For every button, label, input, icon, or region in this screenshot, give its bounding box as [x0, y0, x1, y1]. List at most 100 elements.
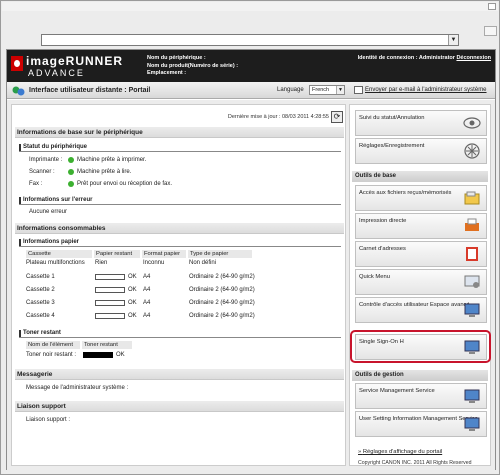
- device-name-label: Nom du périphérique :: [147, 55, 206, 61]
- portal-menu-panel: Suivi du statut/Annulation Réglages/Enre…: [349, 104, 491, 466]
- paper-level-bar: [95, 274, 125, 280]
- col-toner-remaining: Toner restant: [82, 341, 132, 349]
- button-label: Quick Menu: [359, 274, 390, 280]
- page-title: Interface utilisateur distante : Portail: [29, 87, 151, 94]
- status-ok-icon: [68, 181, 74, 187]
- consumables-header: Informations consommables: [15, 223, 344, 234]
- brand-subtitle: ADVANCE: [28, 68, 85, 78]
- copyright: Copyright CANON INC. 2011 All Rights Res…: [358, 460, 472, 466]
- device-info-panel: Dernière mise à jour : 08/03 2011 4:28:5…: [11, 104, 346, 466]
- fax-label: Fax :: [29, 181, 43, 187]
- logout-link[interactable]: Déconnexion: [456, 55, 491, 61]
- stored-files-button[interactable]: Accès aux fichiers reçus/mémorisés: [355, 185, 487, 211]
- settings-button[interactable]: Réglages/Enregistrement: [355, 138, 487, 164]
- quick-menu-icon: [464, 275, 480, 288]
- paper-row-name: Cassette 3: [26, 300, 55, 306]
- paper-row-format: A4: [143, 300, 151, 306]
- last-update: Dernière mise à jour : 08/03 2011 4:28:5…: [227, 114, 329, 120]
- paper-row-format: A4: [143, 313, 151, 319]
- resize-grip[interactable]: [484, 26, 497, 36]
- address-book-button[interactable]: Carnet d'adresses: [355, 241, 487, 267]
- refresh-icon[interactable]: ⟳: [331, 111, 343, 123]
- browser-topbar: [2, 2, 498, 11]
- scanner-label: Scanner :: [29, 169, 55, 175]
- messaging-header: Messagerie: [15, 369, 344, 380]
- error-header: Informations sur l'erreur: [19, 196, 341, 205]
- window-button[interactable]: [488, 3, 496, 10]
- monitor-icon: [464, 389, 480, 403]
- col-type: Type de papier: [188, 250, 252, 258]
- management-tools-header: Outils de gestion: [352, 370, 488, 381]
- paper-row-name: Cassette 1: [26, 274, 55, 280]
- address-bar[interactable]: ▼: [41, 34, 459, 46]
- toner-row-name: Toner noir restant :: [26, 352, 77, 358]
- button-label: Réglages/Enregistrement: [359, 143, 425, 149]
- paper-row-name: Cassette 4: [26, 313, 55, 319]
- paper-row-remaining: OK: [128, 300, 137, 306]
- language-select[interactable]: French ▼: [309, 85, 345, 95]
- paper-level-bar: [95, 313, 125, 319]
- email-admin-link[interactable]: Envoyer par e-mail à l'administrateur sy…: [365, 87, 487, 93]
- quick-menu-button[interactable]: Quick Menu: [355, 269, 487, 295]
- fax-status: Prêt pour envoi ou réception de fax.: [77, 181, 173, 187]
- service-management-button[interactable]: Service Management Service: [355, 383, 487, 409]
- error-value: Aucune erreur: [29, 209, 68, 215]
- mail-icon[interactable]: [354, 86, 363, 94]
- paper-row-format: A4: [143, 274, 151, 280]
- scanner-status: Machine prête à lire.: [77, 169, 132, 175]
- portal-link-label: Réglages d'affichage du portail: [362, 449, 443, 455]
- paper-level-bar: [95, 300, 125, 306]
- toner-header: Toner restant: [19, 329, 341, 338]
- chevron-down-icon[interactable]: ▼: [336, 86, 344, 94]
- paper-row-remaining: Rien: [95, 260, 108, 266]
- portal-settings-link[interactable]: » Réglages d'affichage du portail: [358, 449, 442, 455]
- printer-label: Imprimante :: [29, 157, 63, 163]
- chevron-down-icon[interactable]: ▼: [448, 35, 458, 45]
- toner-row-value: OK: [116, 352, 125, 358]
- paper-level-bar: [95, 287, 125, 293]
- printer-status: Machine prête à imprimer.: [77, 157, 147, 163]
- button-label: Carnet d'adresses: [359, 246, 406, 252]
- title-bar: Interface utilisateur distante : Portail…: [7, 82, 495, 99]
- paper-row-name: Plateau multifonctions: [26, 260, 85, 266]
- main-area: Dernière mise à jour : 08/03 2011 4:28:5…: [7, 100, 495, 470]
- device-info: Nom du périphérique : Nom du produit(Num…: [147, 55, 238, 78]
- paper-row-format: Inconnu: [143, 260, 165, 266]
- messaging-value: Message de l'administrateur système :: [26, 385, 129, 391]
- login-label: Identité de connexion : Administrator: [357, 55, 455, 61]
- status-ok-icon: [68, 157, 74, 163]
- paper-row-remaining: OK: [128, 274, 137, 280]
- access-control-button[interactable]: Contrôle d'accès utilisateur Espace avan…: [355, 297, 487, 323]
- col-remaining: Papier restant: [94, 250, 140, 258]
- paper-row-type: Ordinaire 2 (64-90 g/m2): [189, 274, 255, 280]
- canon-logo-icon: [11, 56, 23, 71]
- button-label: Suivi du statut/Annulation: [359, 115, 425, 121]
- monitor-icon: [464, 303, 480, 317]
- login-info: Identité de connexion : Administrator Dé…: [358, 55, 491, 61]
- basic-info-header: Informations de base sur le périphérique: [15, 127, 344, 138]
- col-format: Format papier: [142, 250, 186, 258]
- settings-icon: [464, 143, 480, 159]
- paper-row-type: Ordinaire 2 (64-90 g/m2): [189, 287, 255, 293]
- status-ok-icon: [68, 169, 74, 175]
- language-value: French: [312, 87, 330, 93]
- col-cassette: Cassette: [26, 250, 92, 258]
- folder-icon: [464, 191, 480, 205]
- browser-window: ▼ imageRUNNER ADVANCE Nom du périphériqu…: [0, 0, 500, 475]
- support-header: Liaison support: [15, 401, 344, 412]
- button-label: Accès aux fichiers reçus/mémorisés: [359, 190, 452, 196]
- button-label: Contrôle d'accès utilisateur Espace avan…: [359, 302, 470, 308]
- user-setting-button[interactable]: User Setting Information Management Serv…: [355, 411, 487, 437]
- eye-icon: [463, 117, 481, 129]
- status-monitor-button[interactable]: Suivi du statut/Annulation: [355, 110, 487, 136]
- paper-row-remaining: OK: [128, 287, 137, 293]
- button-label: Service Management Service: [359, 388, 435, 394]
- direct-print-button[interactable]: Impression directe: [355, 213, 487, 239]
- page-header: imageRUNNER ADVANCE Nom du périphérique …: [7, 50, 495, 82]
- paper-row-type: Non défini: [189, 260, 217, 266]
- monitor-icon: [464, 417, 480, 431]
- device-status-header: Statut du périphérique: [19, 143, 341, 152]
- support-value: Liaison support :: [26, 417, 71, 423]
- paper-row-remaining: OK: [128, 313, 137, 319]
- toner-level-bar: [83, 352, 113, 358]
